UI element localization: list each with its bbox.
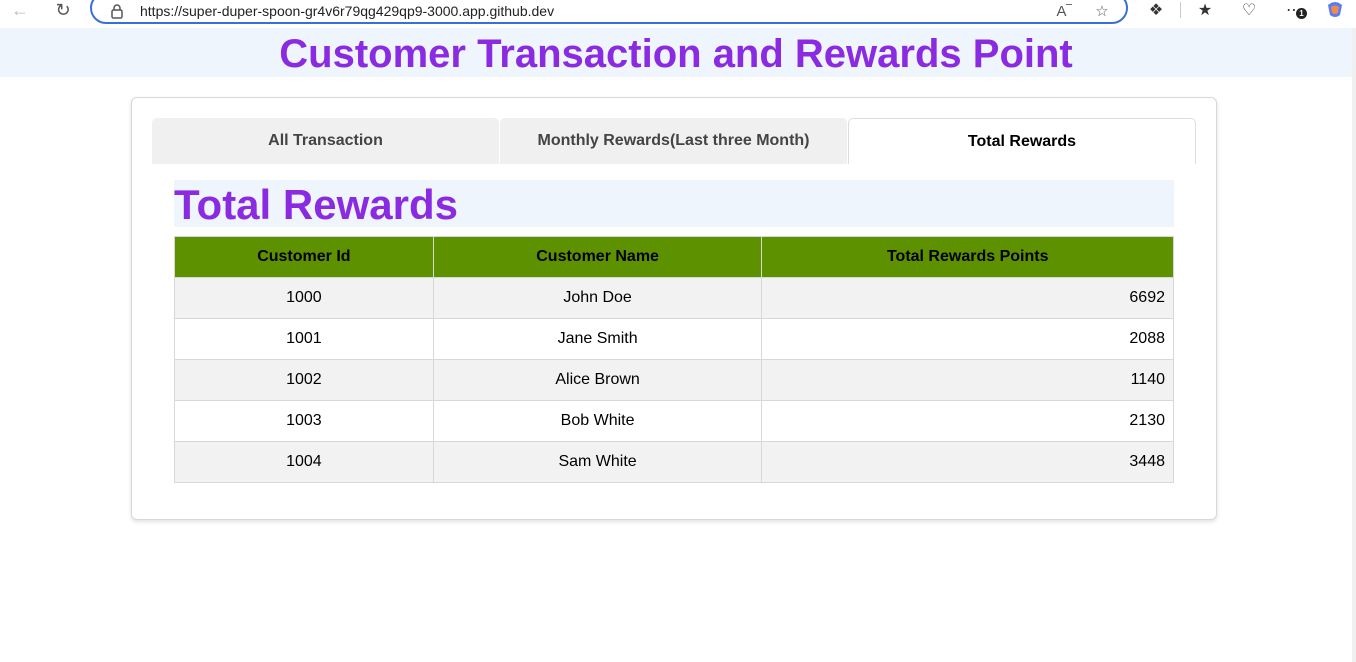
table-header-row: Customer Id Customer Name Total Rewards … [174, 236, 1174, 278]
tab-total-rewards[interactable]: Total Rewards [848, 118, 1196, 164]
rewards-table: Customer Id Customer Name Total Rewards … [174, 236, 1174, 483]
toolbar-divider [1180, 2, 1181, 18]
points-cell: 3448 [761, 441, 1174, 483]
column-header-customer-id: Customer Id [174, 236, 434, 278]
back-arrow-icon[interactable]: ← [8, 0, 32, 20]
section-title: Total Rewards [174, 181, 458, 228]
refresh-icon[interactable]: ↻ [51, 0, 75, 20]
browser-essentials-icon[interactable]: ♡ [1237, 0, 1261, 20]
tab-all-transaction[interactable]: All Transaction [152, 118, 499, 164]
customer-name-cell: Sam White [432, 441, 763, 483]
favorites-icon[interactable]: ★ [1193, 0, 1217, 20]
customer-name-cell: Alice Brown [432, 359, 763, 401]
customer-id-cell: 1002 [174, 359, 434, 401]
page-title: Customer Transaction and Rewards Point [279, 32, 1073, 76]
column-header-total-points: Total Rewards Points [761, 236, 1174, 278]
column-header-customer-name: Customer Name [432, 236, 763, 278]
rewards-card: All Transaction Monthly Rewards(Last thr… [131, 97, 1217, 520]
table-row: 1003 Bob White 2130 [174, 400, 1174, 442]
customer-name-cell: John Doe [432, 277, 763, 319]
read-aloud-icon[interactable]: A‾ [1054, 2, 1074, 20]
copilot-icon[interactable] [1323, 0, 1347, 20]
customer-id-cell: 1004 [174, 441, 434, 483]
url-text[interactable]: https://super-duper-spoon-gr4v6r79qg429q… [140, 3, 554, 19]
customer-name-cell: Bob White [432, 400, 763, 442]
table-row: 1002 Alice Brown 1140 [174, 359, 1174, 401]
lock-icon [111, 4, 123, 19]
tab-bar: All Transaction Monthly Rewards(Last thr… [152, 118, 1196, 164]
table-row: 1004 Sam White 3448 [174, 441, 1174, 483]
customer-id-cell: 1001 [174, 318, 434, 360]
address-bar[interactable]: https://super-duper-spoon-gr4v6r79qg429q… [90, 0, 1128, 24]
notification-badge: 1 [1296, 8, 1307, 19]
points-cell: 2088 [761, 318, 1174, 360]
tab-monthly-rewards[interactable]: Monthly Rewards(Last three Month) [500, 118, 847, 164]
customer-name-cell: Jane Smith [432, 318, 763, 360]
points-cell: 1140 [761, 359, 1174, 401]
page-header: Customer Transaction and Rewards Point [0, 28, 1352, 77]
points-cell: 6692 [761, 277, 1174, 319]
extensions-icon[interactable]: ❖ [1144, 0, 1168, 20]
scrollbar[interactable] [1352, 28, 1356, 662]
points-cell: 2130 [761, 400, 1174, 442]
customer-id-cell: 1000 [174, 277, 434, 319]
browser-toolbar: ← ↻ https://super-duper-spoon-gr4v6r79qg… [0, 0, 1356, 28]
star-icon[interactable]: ☆ [1092, 2, 1112, 20]
section-header: Total Rewards [174, 180, 1174, 228]
table-row: 1001 Jane Smith 2088 [174, 318, 1174, 360]
table-row: 1000 John Doe 6692 [174, 277, 1174, 319]
customer-id-cell: 1003 [174, 400, 434, 442]
